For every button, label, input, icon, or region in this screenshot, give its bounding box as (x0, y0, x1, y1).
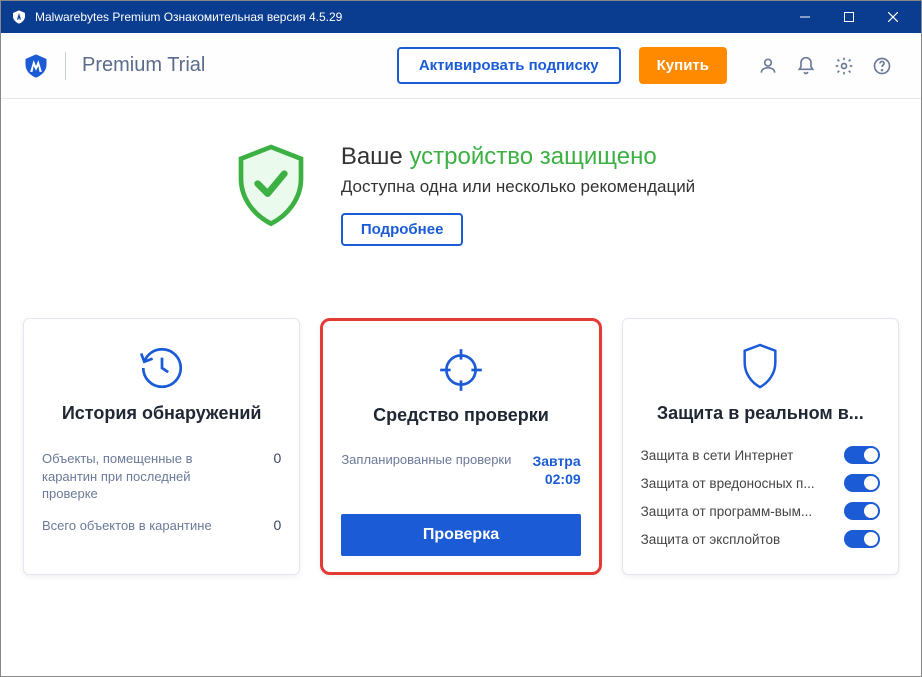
history-quarantine-total: Всего объектов в карантине 0 (42, 517, 281, 535)
minimize-button[interactable] (783, 1, 827, 33)
toggle-ransomware-protection: Защита от программ-вым... (641, 502, 880, 520)
app-icon (11, 9, 27, 25)
close-button[interactable] (871, 1, 915, 33)
toggle-switch[interactable] (844, 530, 880, 548)
buy-button[interactable]: Купить (639, 47, 727, 84)
titlebar: Malwarebytes Premium Ознакомительная вер… (1, 1, 921, 33)
history-quarantine-recent: Объекты, помещенные в карантин при после… (42, 450, 281, 503)
protection-card[interactable]: Защита в реальном в... Защита в сети Инт… (622, 318, 899, 575)
status-text: Ваше устройство защищено Доступна одна и… (341, 143, 695, 246)
toggle-exploit-protection: Защита от эксплойтов (641, 530, 880, 548)
gear-icon[interactable] (827, 49, 861, 83)
toggle-malware-protection: Защита от вредоносных п... (641, 474, 880, 492)
status-row: Ваше устройство защищено Доступна одна и… (227, 143, 695, 246)
bell-icon[interactable] (789, 49, 823, 83)
header: Premium Trial Активировать подписку Купи… (1, 33, 921, 99)
history-card[interactable]: История обнаружений Объекты, помещенные … (23, 318, 300, 575)
details-button[interactable]: Подробнее (341, 213, 464, 246)
history-title: История обнаружений (42, 403, 281, 424)
toggle-switch[interactable] (844, 502, 880, 520)
history-icon (42, 339, 281, 397)
scheduled-scan-value: Завтра02:09 (532, 452, 580, 488)
status-subtitle: Доступна одна или несколько рекомендаций (341, 177, 695, 197)
account-icon[interactable] (751, 49, 785, 83)
window-title: Malwarebytes Premium Ознакомительная вер… (35, 10, 783, 24)
shield-check-icon (227, 143, 315, 231)
protection-title: Защита в реальном в... (641, 403, 880, 424)
scan-button[interactable]: Проверка (341, 514, 580, 556)
toggle-web-protection: Защита в сети Интернет (641, 446, 880, 464)
toggle-switch[interactable] (844, 474, 880, 492)
scheduled-scan-row: Запланированные проверки Завтра02:09 (341, 452, 580, 488)
toggle-switch[interactable] (844, 446, 880, 464)
cards-row: История обнаружений Объекты, помещенные … (1, 318, 921, 575)
main-area: Ваше устройство защищено Доступна одна и… (1, 99, 921, 575)
status-heading: Ваше устройство защищено (341, 143, 695, 171)
maximize-button[interactable] (827, 1, 871, 33)
activate-subscription-button[interactable]: Активировать подписку (397, 47, 621, 84)
crosshair-icon (341, 341, 580, 399)
scanner-card[interactable]: Средство проверки Запланированные провер… (320, 318, 601, 575)
brand-divider (65, 52, 66, 80)
brand-label: Premium Trial (82, 54, 387, 77)
logo-icon (21, 51, 51, 81)
help-icon[interactable] (865, 49, 899, 83)
scanner-title: Средство проверки (341, 405, 580, 426)
shield-icon (641, 339, 880, 397)
